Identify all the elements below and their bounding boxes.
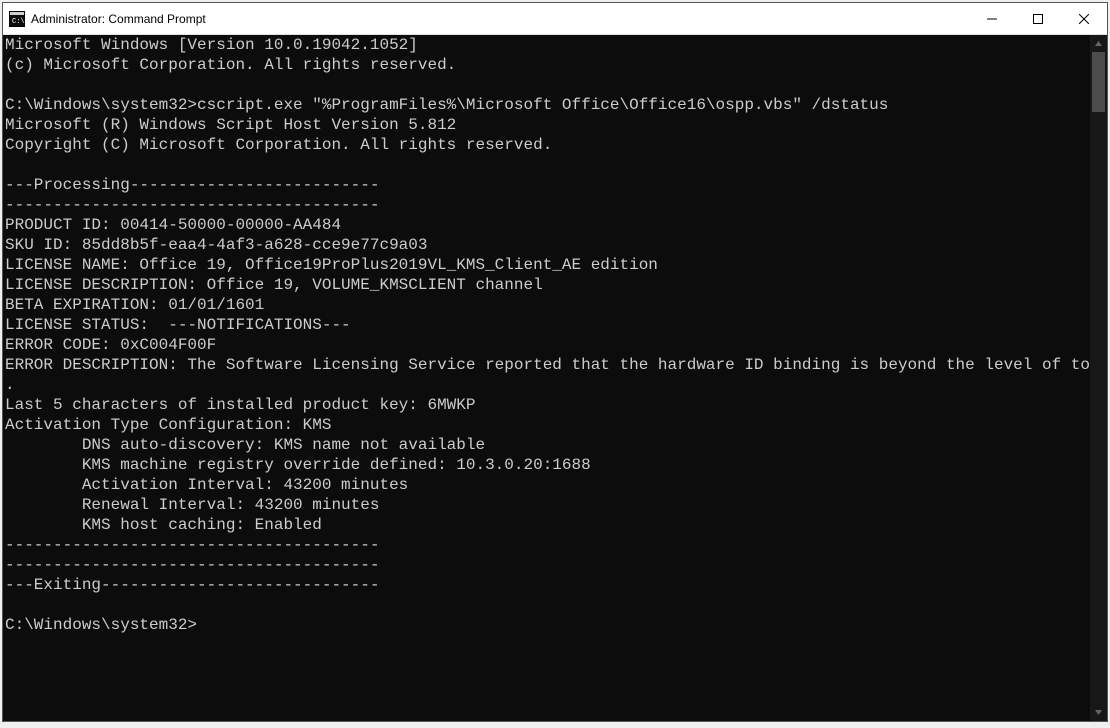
client-area: Microsoft Windows [Version 10.0.19042.10… xyxy=(3,35,1107,721)
scroll-thumb[interactable] xyxy=(1092,52,1105,112)
titlebar[interactable]: C:\ Administrator: Command Prompt xyxy=(3,3,1107,35)
scroll-track[interactable] xyxy=(1090,52,1107,704)
scroll-up-button[interactable] xyxy=(1090,35,1107,52)
command-prompt-window: C:\ Administrator: Command Prompt Micros… xyxy=(2,2,1108,722)
terminal-output[interactable]: Microsoft Windows [Version 10.0.19042.10… xyxy=(3,35,1090,721)
command-prompt-icon: C:\ xyxy=(9,11,25,27)
vertical-scrollbar[interactable] xyxy=(1090,35,1107,721)
maximize-button[interactable] xyxy=(1015,3,1061,34)
close-button[interactable] xyxy=(1061,3,1107,34)
svg-text:C:\: C:\ xyxy=(12,18,25,26)
window-controls xyxy=(969,3,1107,34)
window-title: Administrator: Command Prompt xyxy=(31,12,969,26)
minimize-button[interactable] xyxy=(969,3,1015,34)
scroll-down-button[interactable] xyxy=(1090,704,1107,721)
